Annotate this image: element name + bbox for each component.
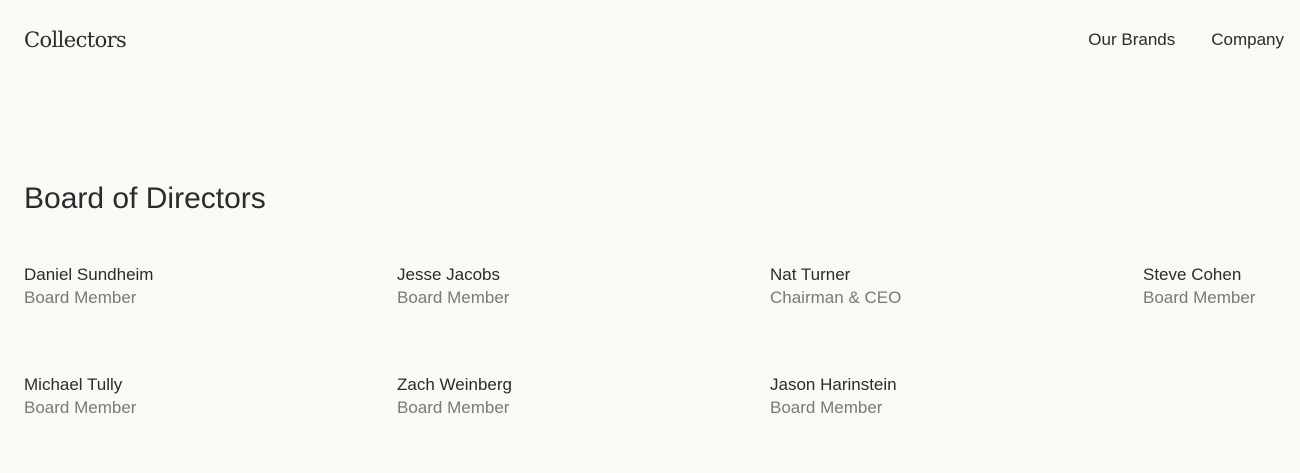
member-role: Board Member (24, 398, 137, 417)
member-name: Jason Harinstein (770, 375, 897, 394)
member-role: Board Member (770, 398, 883, 417)
main-nav: Our Brands Company (1088, 29, 1284, 51)
board-member-card: Zach Weinberg Board Member (397, 373, 770, 419)
member-name: Nat Turner (770, 265, 851, 284)
member-role: Chairman & CEO (770, 288, 902, 307)
board-member-card: Daniel Sundheim Board Member (24, 263, 397, 309)
member-name: Jesse Jacobs (397, 265, 500, 284)
site-header: Collectors Our Brands Company (0, 0, 1300, 80)
nav-link-our-brands[interactable]: Our Brands (1088, 29, 1175, 51)
member-role: Board Member (24, 288, 137, 307)
member-role: Board Member (397, 288, 510, 307)
nav-link-company[interactable]: Company (1211, 29, 1284, 51)
collectors-logo[interactable]: Collectors (24, 26, 127, 54)
member-name: Steve Cohen (1143, 265, 1242, 284)
member-name: Zach Weinberg (397, 375, 512, 394)
board-of-directors-heading: Board of Directors (24, 182, 266, 215)
member-role: Board Member (1143, 288, 1256, 307)
board-member-card: Michael Tully Board Member (24, 373, 397, 419)
member-name: Daniel Sundheim (24, 265, 154, 284)
board-member-card: Steve Cohen Board Member (1143, 263, 1284, 309)
board-member-card: Jesse Jacobs Board Member (397, 263, 770, 309)
board-member-card: Jason Harinstein Board Member (770, 373, 1143, 419)
member-name: Michael Tully (24, 375, 123, 394)
member-role: Board Member (397, 398, 510, 417)
board-members-grid: Daniel Sundheim Board Member Jesse Jacob… (24, 263, 1284, 419)
board-member-card: Nat Turner Chairman & CEO (770, 263, 1143, 309)
